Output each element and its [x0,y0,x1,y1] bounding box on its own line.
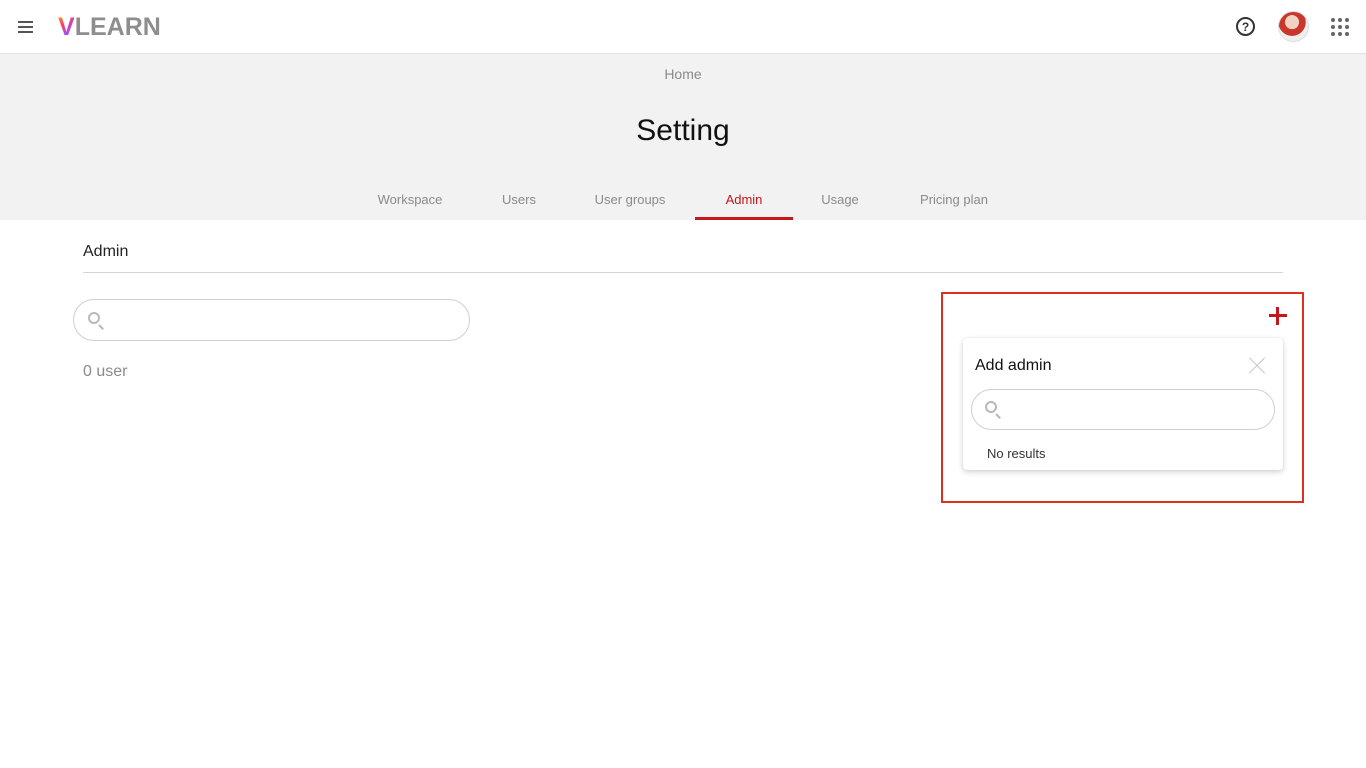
help-icon-glyph: ? [1241,19,1250,34]
tab-pricing-plan[interactable]: Pricing plan [912,192,996,220]
tab-usage[interactable]: Usage [815,192,865,220]
breadcrumb-home[interactable]: Home [0,66,1366,82]
page-title: Setting [636,114,730,147]
admin-search-field[interactable] [73,299,470,341]
popup-search-field[interactable] [971,389,1275,430]
settings-tabs: Workspace Users User groups Admin Usage … [0,186,1366,220]
close-icon[interactable] [1246,356,1266,376]
add-admin-popup: Add admin No results [963,338,1283,470]
settings-header: Home Setting Workspace Users User groups… [0,54,1366,220]
vlearn-logo[interactable]: V LEARN [58,12,161,42]
avatar[interactable] [1278,11,1309,42]
search-icon [88,312,104,330]
logo-text: LEARN [74,12,161,41]
user-count: 0 user [83,363,128,380]
popup-title: Add admin [975,357,1052,374]
menu-icon[interactable] [14,15,38,39]
tab-admin[interactable]: Admin [695,192,793,220]
search-icon [985,401,1001,419]
tab-user-groups[interactable]: User groups [590,192,670,220]
logo-v: V [58,12,75,41]
tab-workspace[interactable]: Workspace [370,192,450,220]
top-bar: V LEARN ? [0,0,1366,54]
apps-grid-icon[interactable] [1331,18,1349,36]
popup-search-input[interactable] [1010,400,1260,420]
section-title: Admin [83,243,129,260]
no-results-text: No results [987,446,1046,461]
add-admin-button[interactable] [1267,303,1291,329]
tab-users[interactable]: Users [494,192,544,220]
section-divider [83,272,1283,273]
help-icon[interactable]: ? [1236,17,1255,36]
admin-search-input[interactable] [114,310,454,330]
